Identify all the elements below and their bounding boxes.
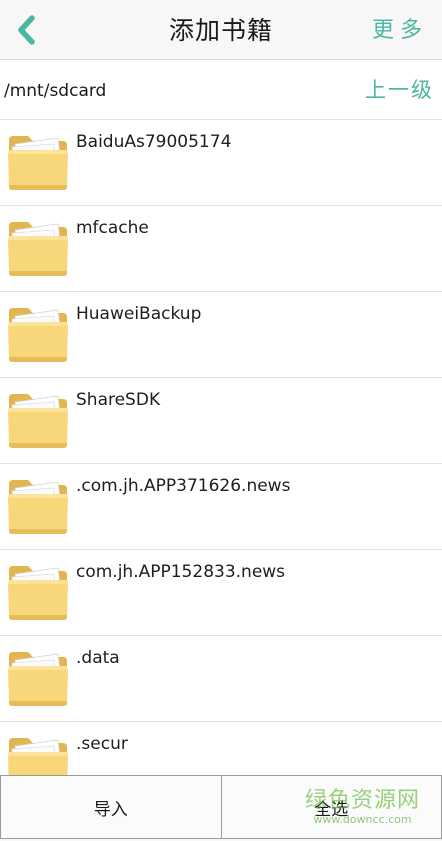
folder-name: .secur <box>76 734 128 754</box>
folder-list-content: BaiduAs79005174 mfcache HuaweiBackup ShareS… <box>0 120 442 775</box>
folder-name: ShareSDK <box>76 390 161 410</box>
more-button[interactable]: 更多 <box>372 0 428 60</box>
folder-name: .com.jh.APP371626.news <box>76 476 291 496</box>
header-bar: 添加书籍 更多 <box>0 0 442 60</box>
parent-directory-button[interactable]: 上一级 <box>365 60 434 120</box>
bottom-toolbar: 导入 全选 <box>0 775 442 841</box>
folder-name: .data <box>76 648 120 668</box>
folder-icon <box>8 394 68 448</box>
folder-row[interactable]: BaiduAs79005174 <box>0 120 442 206</box>
folder-list[interactable]: BaiduAs79005174 mfcache HuaweiBackup ShareS… <box>0 120 442 775</box>
current-path: /mnt/sdcard <box>4 81 107 101</box>
folder-row[interactable]: com.jh.APP152833.news <box>0 550 442 636</box>
folder-name: mfcache <box>76 218 149 238</box>
folder-icon <box>8 222 68 276</box>
folder-name: com.jh.APP152833.news <box>76 562 286 582</box>
folder-icon <box>8 136 68 190</box>
path-bar: /mnt/sdcard 上一级 <box>0 60 442 120</box>
folder-row[interactable]: mfcache <box>0 206 442 292</box>
folder-icon <box>8 738 68 775</box>
folder-row[interactable]: .secur <box>0 722 442 775</box>
folder-icon <box>8 566 68 620</box>
folder-name: HuaweiBackup <box>76 304 202 324</box>
folder-row[interactable]: .com.jh.APP371626.news <box>0 464 442 550</box>
folder-icon <box>8 652 68 706</box>
folder-row[interactable]: .data <box>0 636 442 722</box>
folder-name: BaiduAs79005174 <box>76 132 232 152</box>
folder-icon <box>8 308 68 362</box>
folder-row[interactable]: ShareSDK <box>0 378 442 464</box>
select-all-button[interactable]: 全选 <box>221 775 442 839</box>
folder-icon <box>8 480 68 534</box>
folder-row[interactable]: HuaweiBackup <box>0 292 442 378</box>
import-button[interactable]: 导入 <box>0 775 222 839</box>
